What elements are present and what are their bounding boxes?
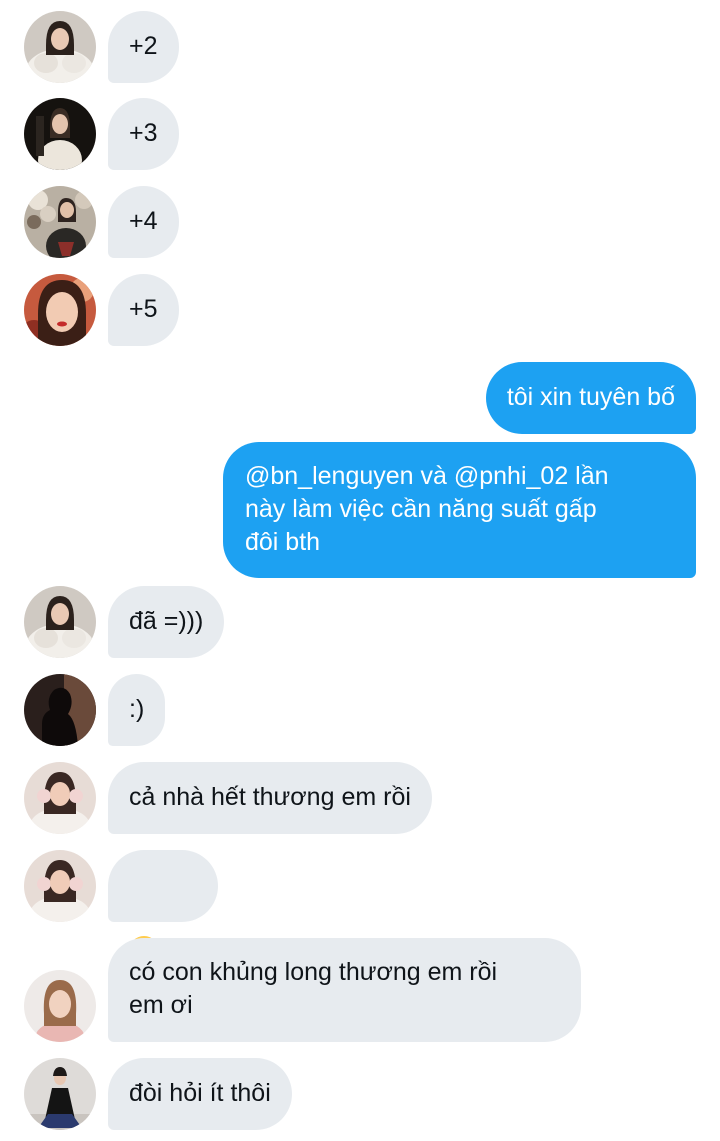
message-row: +3 [0,98,720,170]
message-bubble[interactable]: :) [108,674,166,746]
avatar-woman-red-lips-image [24,274,96,346]
message-row: đòi hỏi ít thôi [0,1058,720,1130]
avatar[interactable] [24,11,96,83]
message-row: tôi xin tuyên bố [0,362,720,434]
message-row: @bn_lenguyen và @pnhi_02 lần này làm việ… [0,442,720,578]
avatar-woman-fur-coat-image [24,11,96,83]
message-bubble-outgoing[interactable]: tôi xin tuyên bố [485,362,696,434]
avatar-silhouette-dark-image [24,674,96,746]
avatar-woman-pink-top-image [24,970,96,1042]
avatar-woman-earmuffs-image [24,762,96,834]
message-row: :) [0,674,720,746]
message-bubble[interactable]: +4 [108,186,179,258]
avatar[interactable] [24,674,96,746]
avatar[interactable] [24,1058,96,1130]
avatar-woman-white-jacket-dark-image [24,98,96,170]
message-row [0,850,720,1037]
message-bubble[interactable]: đòi hỏi ít thôi [108,1058,292,1130]
message-bubble[interactable]: +2 [108,11,179,83]
message-row: +2 [0,11,720,83]
avatar[interactable] [24,850,96,922]
message-bubble[interactable]: có con khủng long thương em rồi em ơi [108,938,581,1042]
message-thread: +2 +3 +4 +5 tôi xin tuyên bố @bn_lenguye… [0,0,720,1141]
avatar[interactable] [24,186,96,258]
avatar[interactable] [24,970,96,1042]
message-bubble[interactable]: đã =))) [108,586,225,658]
avatar[interactable] [24,274,96,346]
message-bubble[interactable]: +3 [108,98,179,170]
message-bubble[interactable]: cả nhà hết thương em rồi [108,762,432,834]
message-row: cả nhà hết thương em rồi [0,762,720,834]
avatar-woman-fur-coat-image [24,586,96,658]
message-bubble[interactable] [108,850,218,1037]
message-bubble[interactable]: +5 [108,274,179,346]
message-row: đã =))) [0,586,720,658]
avatar-woman-earmuffs-image [24,850,96,922]
avatar[interactable] [24,586,96,658]
avatar-woman-black-dress-image [24,1058,96,1130]
avatar[interactable] [24,762,96,834]
message-row: +5 [0,274,720,346]
avatar[interactable] [24,98,96,170]
avatar-woman-floral-tree-image [24,186,96,258]
message-row: có con khủng long thương em rồi em ơi [0,938,720,1042]
message-bubble-outgoing[interactable]: @bn_lenguyen và @pnhi_02 lần này làm việ… [223,442,696,578]
message-row: +4 [0,186,720,258]
